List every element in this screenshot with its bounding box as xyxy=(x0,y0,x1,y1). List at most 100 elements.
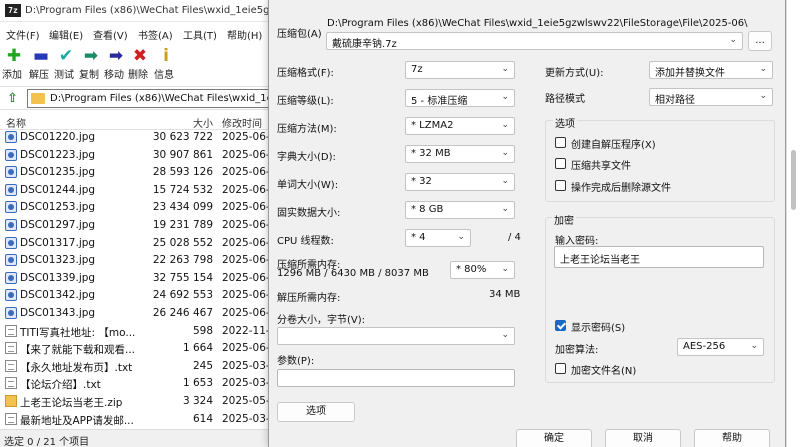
params-input[interactable] xyxy=(277,369,515,387)
file-row[interactable]: 【永久地址发布页】.txt 245 2025-03- xyxy=(0,358,268,375)
help-button[interactable]: 帮助 xyxy=(694,429,770,447)
file-name: DSC01323.jpg xyxy=(20,254,96,267)
file-row[interactable]: DSC01235.jpg 28 593 126 2025-06- xyxy=(0,164,268,181)
column-size[interactable]: 大小 xyxy=(193,115,213,130)
file-row[interactable]: DSC01223.jpg 30 907 861 2025-06- xyxy=(0,147,268,164)
password-label: 输入密码: xyxy=(555,236,599,247)
word-select[interactable]: * 32 ⌄ xyxy=(405,173,515,191)
memory-select[interactable]: * 80% ⌄ xyxy=(450,261,515,279)
chevron-down-icon: ⌄ xyxy=(501,204,509,214)
file-row[interactable]: DSC01342.jpg 24 692 553 2025-06- xyxy=(0,287,268,304)
format-value: 7z xyxy=(411,64,423,75)
file-size: 25 028 552 xyxy=(152,236,213,249)
menu-help[interactable]: 帮助(H) xyxy=(227,27,262,42)
chevron-down-icon: ⌄ xyxy=(501,120,509,130)
solid-label: 固实数据大小: xyxy=(277,208,341,219)
path-mode-select[interactable]: 相对路径 ⌄ xyxy=(649,88,773,106)
format-select[interactable]: 7z ⌄ xyxy=(405,61,515,79)
encryption-group-title: 加密 xyxy=(552,212,576,227)
copy-arrow-icon: ➡ xyxy=(83,46,99,66)
toolbar-button-label: 测试 xyxy=(54,70,74,81)
file-row[interactable]: DSC01343.jpg 26 246 467 2025-06- xyxy=(0,305,268,322)
encrypt-names-checkbox[interactable]: 加密文件名(N) xyxy=(555,362,675,377)
menu-tools[interactable]: 工具(T) xyxy=(183,27,217,42)
file-size: 28 593 126 xyxy=(152,166,213,179)
menu-edit[interactable]: 编辑(E) xyxy=(49,27,83,42)
update-value: 添加并替换文件 xyxy=(655,68,725,79)
column-name[interactable]: 名称 xyxy=(6,115,26,130)
menu-view[interactable]: 查看(V) xyxy=(93,27,128,42)
archive-name-combo[interactable]: 戴硫康辛钠.7z ⌄ xyxy=(326,32,743,50)
file-row[interactable]: DSC01339.jpg 32 755 154 2025-06- xyxy=(0,270,268,287)
file-row[interactable]: DSC01323.jpg 22 263 798 2025-06- xyxy=(0,252,268,269)
ok-button[interactable]: 确定 xyxy=(516,429,592,447)
file-row[interactable]: DSC01317.jpg 25 028 552 2025-06- xyxy=(0,235,268,252)
file-name: DSC01297.jpg xyxy=(20,219,96,231)
zip-file-icon xyxy=(5,395,17,407)
up-folder-icon[interactable]: ⇧ xyxy=(5,91,20,106)
menu-bar: 文件(F) 编辑(E) 查看(V) 书签(A) 工具(T) 帮助(H) xyxy=(0,23,268,43)
encryption-method-label: 加密算法: xyxy=(555,345,599,356)
toolbar-button-4[interactable]: ➡ 移动 xyxy=(104,46,128,84)
file-row[interactable]: DSC01244.jpg 15 724 532 2025-06- xyxy=(0,182,268,199)
threads-max: / 4 xyxy=(508,232,521,243)
update-select[interactable]: 添加并替换文件 ⌄ xyxy=(649,61,773,79)
text-file-icon xyxy=(5,412,17,425)
sfx-checkbox[interactable]: 创建自解压程序(X) xyxy=(555,136,715,151)
file-row[interactable]: DSC01253.jpg 23 434 099 2025-06- xyxy=(0,199,268,216)
toolbar-button-6[interactable]: i 信息 xyxy=(154,46,178,84)
file-name: DSC01339.jpg xyxy=(20,271,96,284)
show-password-checkbox[interactable]: 显示密码(S) xyxy=(555,319,675,334)
address-text: D:\Program Files (x86)\WeChat Files\wxid… xyxy=(50,93,268,104)
file-row[interactable]: TITI写真社地址: 【mo... 598 2022-11- xyxy=(0,323,268,340)
file-date: 2025-06- xyxy=(222,166,268,179)
toolbar-button-5[interactable]: ✖ 删除 xyxy=(128,46,152,84)
file-row[interactable]: DSC01220.jpg 30 623 722 2025-06- xyxy=(0,129,268,146)
scrollbar[interactable] xyxy=(786,0,800,447)
scrollbar-thumb[interactable] xyxy=(791,150,796,210)
browse-button[interactable]: ... xyxy=(748,31,772,51)
file-row[interactable]: 【论坛介绍】.txt 1 653 2025-03- xyxy=(0,375,268,392)
window-title: D:\Program Files (x86)\WeChat Files\wxid… xyxy=(25,5,268,16)
options-button[interactable]: 选项 xyxy=(277,402,355,422)
file-row[interactable]: 最新地址及APP请发邮... 614 2025-03- xyxy=(0,411,268,428)
shared-files-label: 压缩共享文件 xyxy=(571,161,631,172)
toolbar-button-3[interactable]: ➡ 复制 xyxy=(79,46,103,84)
split-select[interactable]: ⌄ xyxy=(277,327,515,345)
file-name: DSC01220.jpg xyxy=(20,131,96,143)
cancel-button[interactable]: 取消 xyxy=(605,429,681,447)
file-name: TITI写真社地址: 【mo... xyxy=(20,326,136,339)
file-row[interactable]: 上老王论坛当老王.zip 3 324 2025-05- xyxy=(0,393,268,410)
address-bar: ⇧ D:\Program Files (x86)\WeChat Files\wx… xyxy=(0,86,268,110)
file-date: 2025-06- xyxy=(222,307,268,319)
menu-bookmarks[interactable]: 书签(A) xyxy=(138,27,173,42)
file-size: 614 xyxy=(192,412,213,425)
shared-files-checkbox[interactable]: 压缩共享文件 xyxy=(555,157,715,172)
file-size: 598 xyxy=(192,324,213,337)
menu-file[interactable]: 文件(F) xyxy=(6,27,40,42)
password-input[interactable]: 上老王论坛当老王 xyxy=(554,246,764,268)
threads-select[interactable]: * 4 ⌄ xyxy=(405,229,471,247)
file-list-header: 名称 大小 修改时间 xyxy=(0,112,268,130)
toolbar-button-2[interactable]: ✔ 测试 xyxy=(54,46,78,84)
move-arrow-icon: ➡ xyxy=(108,46,124,66)
file-name: 【来了就能下载和观看... xyxy=(20,344,136,357)
file-row[interactable]: DSC01297.jpg 19 231 789 2025-06- xyxy=(0,217,268,234)
toolbar-button-0[interactable]: ✚ 添加 xyxy=(2,46,26,84)
image-file-icon xyxy=(5,219,17,231)
toolbar-button-1[interactable]: ▬ 解压 xyxy=(29,46,53,84)
solid-select[interactable]: * 8 GB ⌄ xyxy=(405,201,515,219)
word-label: 单词大小(W): xyxy=(277,180,339,191)
file-row[interactable]: 【来了就能下载和观看... 1 664 2025-06- xyxy=(0,340,268,357)
chevron-down-icon: ⌄ xyxy=(457,232,465,242)
delete-after-checkbox[interactable]: 操作完成后删除源文件 xyxy=(555,179,735,194)
column-modified[interactable]: 修改时间 xyxy=(222,115,262,130)
level-select[interactable]: 5 - 标准压缩 ⌄ xyxy=(405,89,515,107)
encrypt-names-label: 加密文件名(N) xyxy=(571,366,637,377)
sfx-label: 创建自解压程序(X) xyxy=(571,140,656,151)
chevron-down-icon: ⌄ xyxy=(501,176,509,186)
method-select[interactable]: * LZMA2 ⌄ xyxy=(405,117,515,135)
encryption-method-select[interactable]: AES-256 ⌄ xyxy=(677,338,764,356)
address-input[interactable]: D:\Program Files (x86)\WeChat Files\wxid… xyxy=(27,89,268,108)
dict-select[interactable]: * 32 MB ⌄ xyxy=(405,145,515,163)
